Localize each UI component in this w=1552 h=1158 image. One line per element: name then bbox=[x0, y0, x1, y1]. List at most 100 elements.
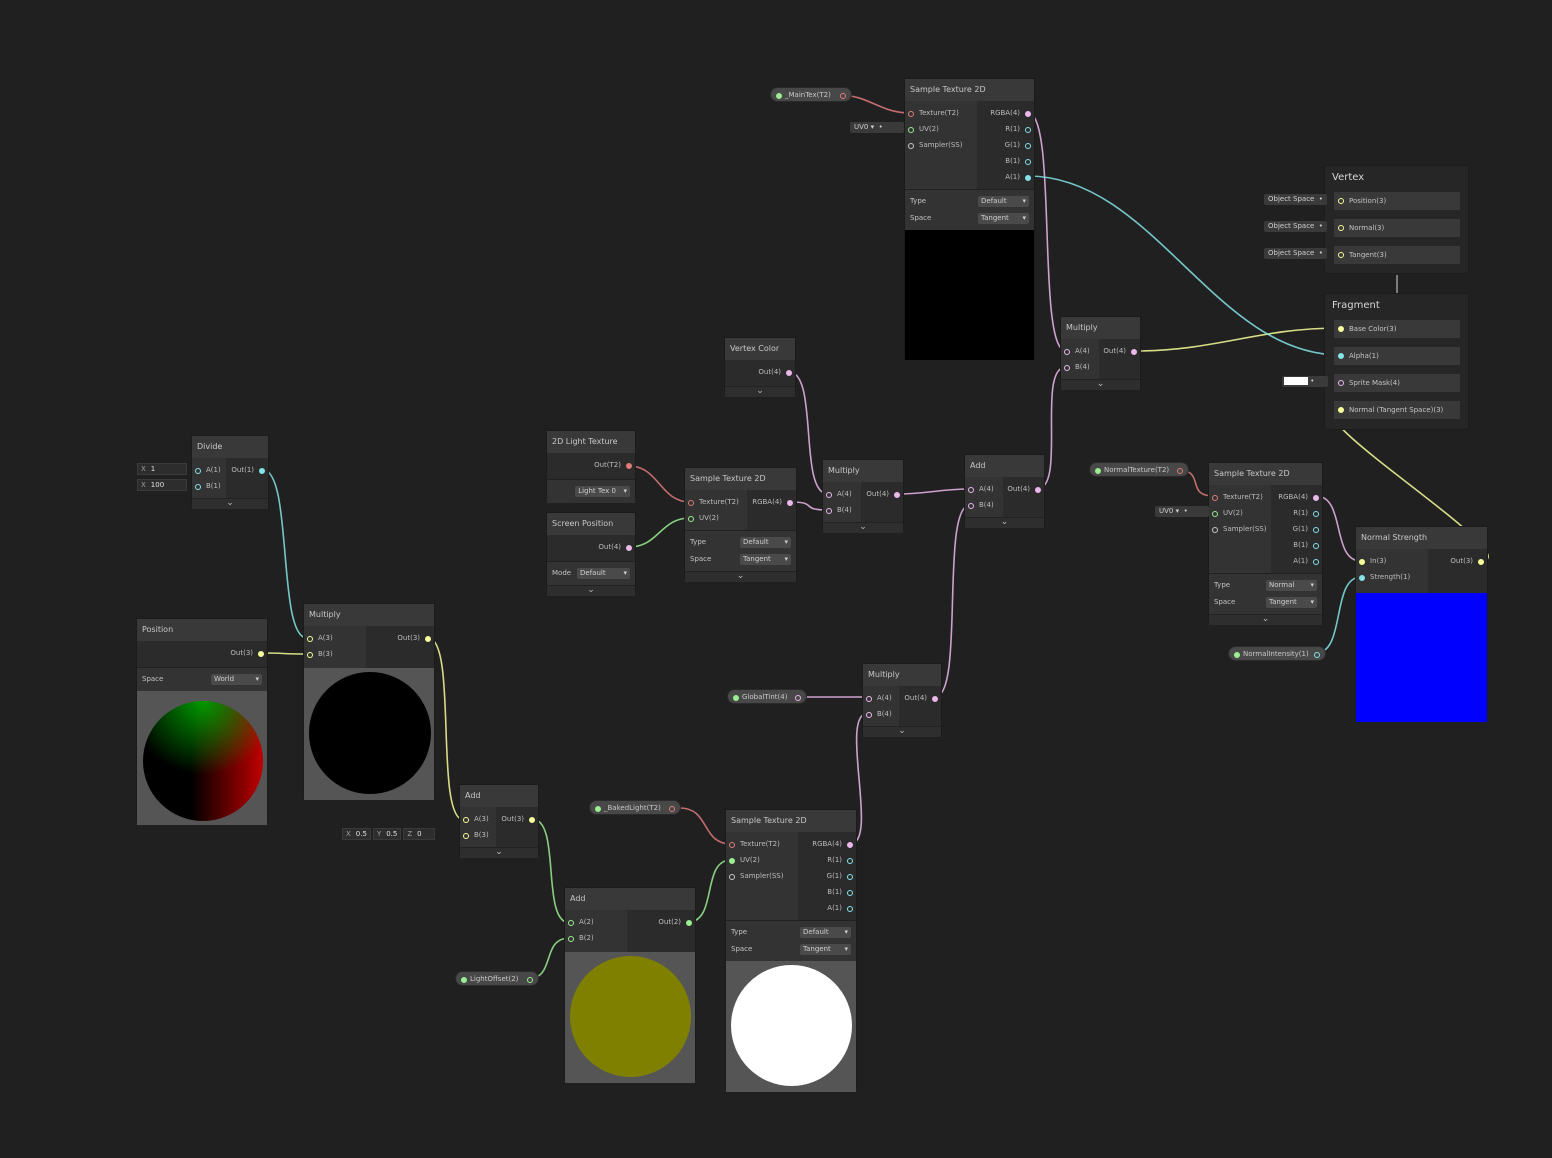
vertex-block-tangent[interactable]: Tangent(3) bbox=[1334, 246, 1460, 264]
output-port-a[interactable]: A(1) bbox=[1271, 553, 1322, 569]
output-port-rgba[interactable]: RGBA(4) bbox=[1271, 489, 1322, 505]
expand-chevron-icon[interactable]: ⌄ bbox=[685, 571, 796, 582]
input-port-a[interactable]: A(4) bbox=[965, 481, 1003, 497]
uv-channel-dropdown[interactable]: UV0 ▾ • bbox=[850, 122, 904, 133]
input-port-b[interactable]: B(3) bbox=[460, 827, 496, 843]
output-port[interactable]: Out(4) bbox=[547, 539, 635, 555]
add-node-3[interactable]: Add A(4) B(4) Out(4) ⌄ bbox=[964, 454, 1045, 528]
input-port-sampler[interactable]: Sampler(SS) bbox=[1209, 521, 1271, 537]
output-port-rgba[interactable]: RGBA(4) bbox=[977, 105, 1034, 121]
mode-dropdown[interactable]: Default bbox=[577, 568, 630, 579]
normal-texture-property[interactable]: NormalTexture(T2) bbox=[1089, 462, 1189, 477]
space-dropdown[interactable]: Tangent bbox=[800, 944, 851, 955]
output-port-a[interactable]: A(1) bbox=[798, 900, 856, 916]
output-port[interactable]: Out(4) bbox=[899, 690, 941, 706]
light-texture-node[interactable]: 2D Light Texture Out(T2) Light Tex 0 bbox=[546, 430, 636, 503]
output-port-b[interactable]: B(1) bbox=[798, 884, 856, 900]
input-port-b[interactable]: B(4) bbox=[823, 502, 861, 518]
lighttex-to-sample-wire[interactable] bbox=[628, 465, 691, 503]
input-port-sampler[interactable]: Sampler(SS) bbox=[905, 137, 977, 153]
multiply-node-3[interactable]: Multiply A(4) B(4) Out(4) ⌄ bbox=[862, 663, 942, 737]
input-port-texture[interactable]: Texture(T2) bbox=[726, 836, 798, 852]
type-dropdown[interactable]: Default bbox=[800, 927, 851, 938]
input-port-uv[interactable]: UV(2) bbox=[726, 852, 798, 868]
input-port-a[interactable]: A(4) bbox=[1061, 343, 1099, 359]
input-port-uv[interactable]: UV(2) bbox=[1209, 505, 1271, 521]
output-port-g[interactable]: G(1) bbox=[798, 868, 856, 884]
shader-graph-canvas[interactable]: Divide A(1) B(1) Out(1) ⌄ X1 X 100 Positi… bbox=[0, 0, 1552, 1158]
sample-texture-baked-node[interactable]: Sample Texture 2D Texture(T2) UV(2) Samp… bbox=[725, 809, 857, 1092]
divide-out-wire-wire[interactable] bbox=[262, 469, 308, 639]
output-port[interactable]: Out(T2) bbox=[547, 457, 635, 473]
fragment-block-alpha[interactable]: Alpha(1) bbox=[1334, 347, 1460, 365]
expand-chevron-icon[interactable]: ⌄ bbox=[192, 498, 268, 509]
sample-texture-normal-node[interactable]: Sample Texture 2D Texture(T2) UV(2) Samp… bbox=[1208, 462, 1323, 625]
expand-chevron-icon[interactable]: ⌄ bbox=[460, 847, 538, 858]
multiply-node-2[interactable]: Multiply A(4) B(4) Out(4) ⌄ bbox=[822, 459, 904, 533]
output-port-rgba[interactable]: RGBA(4) bbox=[747, 494, 796, 510]
add-node-2[interactable]: Add A(2) B(2) Out(2) bbox=[564, 887, 696, 1083]
input-port-texture[interactable]: Texture(T2) bbox=[1209, 489, 1271, 505]
vertex-color-node[interactable]: Vertex Color Out(4) ⌄ bbox=[724, 337, 796, 397]
input-port-b[interactable]: B(4) bbox=[965, 497, 1003, 513]
multiply4-to-basecolor-wire[interactable] bbox=[1133, 327, 1341, 352]
input-port-sampler[interactable]: Sampler(SS) bbox=[726, 868, 798, 884]
output-port[interactable]: Out(4) bbox=[1099, 343, 1140, 359]
fragment-block-sprite-mask[interactable]: Sprite Mask(4) bbox=[1334, 374, 1460, 392]
position-node[interactable]: Position Out(3) Space World bbox=[136, 618, 268, 825]
output-port-rgba[interactable]: RGBA(4) bbox=[798, 836, 856, 852]
output-port[interactable]: Out(4) bbox=[861, 486, 903, 502]
input-port-b[interactable]: B(4) bbox=[1061, 359, 1099, 375]
output-port[interactable]: Out(3) bbox=[137, 645, 267, 661]
global-tint-property[interactable]: GlobalTint(4) bbox=[727, 689, 807, 704]
sample-texture-node[interactable]: Sample Texture 2D Texture(T2) UV(2) RGBA… bbox=[684, 467, 797, 582]
space-dropdown[interactable]: Tangent bbox=[740, 554, 791, 565]
output-port-r[interactable]: R(1) bbox=[798, 852, 856, 868]
uv-channel-dropdown[interactable]: UV0 ▾ • bbox=[1155, 506, 1209, 517]
output-port-r[interactable]: R(1) bbox=[977, 121, 1034, 137]
light-tex-dropdown[interactable]: Light Tex 0 bbox=[575, 486, 630, 497]
output-port[interactable]: Out(1) bbox=[226, 462, 268, 478]
input-port-b[interactable]: B(4) bbox=[863, 706, 899, 722]
input-port-uv[interactable]: UV(2) bbox=[685, 510, 747, 526]
vertex-block-position[interactable]: Position(3) bbox=[1334, 192, 1460, 210]
sprite-mask-color-field[interactable]: • bbox=[1282, 376, 1328, 387]
output-port-g[interactable]: G(1) bbox=[1271, 521, 1322, 537]
expand-chevron-icon[interactable]: ⌄ bbox=[725, 386, 795, 397]
output-port[interactable]: Out(3) bbox=[496, 811, 538, 827]
type-dropdown[interactable]: Default bbox=[978, 196, 1029, 207]
main-tex-property[interactable]: _MainTex(T2) bbox=[770, 87, 852, 102]
input-port-a[interactable]: A(4) bbox=[863, 690, 899, 706]
input-port-strength[interactable]: Strength(1) bbox=[1356, 569, 1428, 585]
space-dropdown[interactable]: World bbox=[211, 674, 262, 685]
divide-b-field[interactable]: X 100 bbox=[137, 478, 187, 491]
normal-strength-node[interactable]: Normal Strength In(3) Strength(1) Out(3) bbox=[1355, 526, 1488, 722]
fragment-block-normal[interactable]: Normal (Tangent Space)(3) bbox=[1334, 401, 1460, 419]
input-port-b[interactable]: B(2) bbox=[565, 930, 627, 946]
baked-light-property[interactable]: _BakedLight(T2) bbox=[589, 800, 681, 815]
space-dropdown[interactable]: Tangent bbox=[1266, 597, 1317, 608]
input-port-uv[interactable]: UV(2) bbox=[905, 121, 977, 137]
input-port-a[interactable]: A(3) bbox=[304, 630, 366, 646]
output-port[interactable]: Out(3) bbox=[366, 630, 434, 646]
divide-node[interactable]: Divide A(1) B(1) Out(1) ⌄ bbox=[191, 435, 269, 509]
light-offset-property[interactable]: LightOffset(2) bbox=[455, 971, 539, 986]
type-dropdown[interactable]: Default bbox=[740, 537, 791, 548]
normal-intensity-property[interactable]: NormalIntensity(1) bbox=[1228, 646, 1326, 661]
input-port-texture[interactable]: Texture(T2) bbox=[685, 494, 747, 510]
output-port-r[interactable]: R(1) bbox=[1271, 505, 1322, 521]
input-port-a[interactable]: A(4) bbox=[823, 486, 861, 502]
input-port-in[interactable]: In(3) bbox=[1356, 553, 1428, 569]
expand-chevron-icon[interactable]: ⌄ bbox=[1209, 614, 1322, 625]
fragment-block-base-color[interactable]: Base Color(3) bbox=[1334, 320, 1460, 338]
divide-a-field[interactable]: X1 bbox=[137, 462, 187, 475]
output-port-b[interactable]: B(1) bbox=[977, 153, 1034, 169]
screen-position-node[interactable]: Screen Position Out(4) Mode Default ⌄ bbox=[546, 512, 636, 596]
fragment-context[interactable]: Fragment Base Color(3) Alpha(1) Sprite M… bbox=[1324, 293, 1469, 430]
sample-texture-main-node[interactable]: Sample Texture 2D Texture(T2) UV(2) Samp… bbox=[904, 78, 1035, 360]
add-b-vector-field[interactable]: X 0.5 Y 0.5 Z0 bbox=[342, 827, 436, 840]
position-space-field[interactable]: Object Space • bbox=[1264, 194, 1327, 205]
expand-chevron-icon[interactable]: ⌄ bbox=[965, 517, 1044, 528]
input-port-a[interactable]: A(2) bbox=[565, 914, 627, 930]
tangent-space-field[interactable]: Object Space • bbox=[1264, 248, 1327, 259]
